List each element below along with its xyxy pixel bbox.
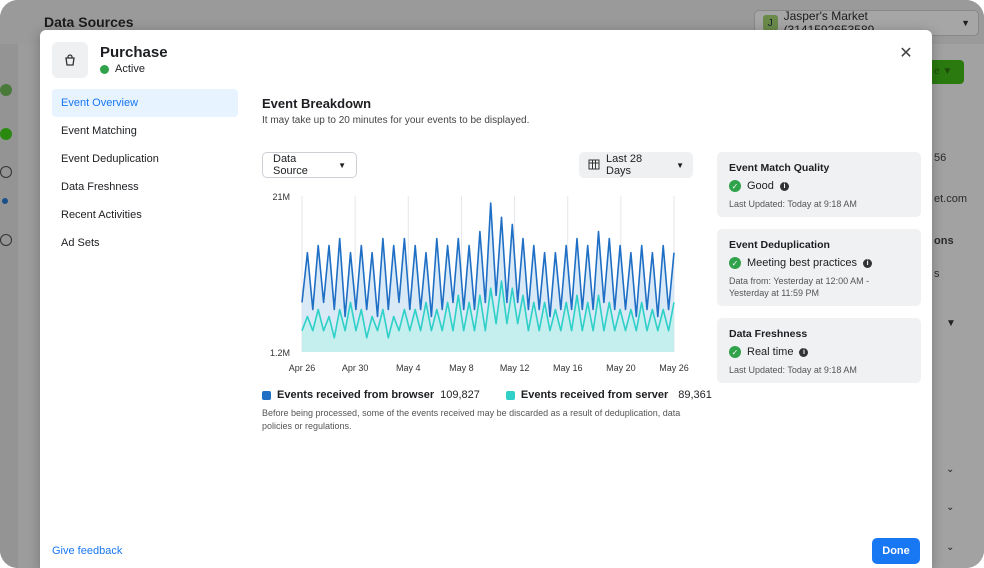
event-status: Active <box>100 63 145 75</box>
chevron-down-icon: ▼ <box>338 160 346 170</box>
event-deduplication-card: Event Deduplication ✓ Meeting best pract… <box>717 229 921 306</box>
x-tick-label: May 26 <box>659 363 689 373</box>
event-details-modal: Purchase Active ✕ Event Overview Event M… <box>40 30 932 568</box>
browser-legend-value: 109,827 <box>440 389 480 401</box>
info-icon[interactable]: i <box>799 347 809 357</box>
card-status: ✓ Meeting best practices i <box>729 257 909 269</box>
date-range-label: Last 28 Days <box>606 153 643 177</box>
card-status-label: Good <box>747 180 774 192</box>
section-title: Event Breakdown <box>262 96 372 111</box>
processing-note: Before being processed, some of the even… <box>262 408 681 431</box>
modal-nav: Event Overview Event Matching Event Dedu… <box>52 89 238 257</box>
chevron-down-icon[interactable]: ⌄ <box>946 542 954 553</box>
card-meta: Last Updated: Today at 9:18 AM <box>729 199 857 209</box>
close-icon[interactable]: ✕ <box>898 46 914 62</box>
check-icon: ✓ <box>729 257 741 269</box>
chart-svg: Apr 26 Apr 30 May 4 May 8 May 12 May 16 May 20… <box>270 192 689 373</box>
event-name: Purchase <box>100 44 168 61</box>
browser-legend-label: Events received from browser <box>277 389 435 401</box>
card-status: ✓ Real time i <box>729 346 909 358</box>
x-tick-label: May 20 <box>606 363 636 373</box>
app-frame: Data Sources J Jasper's Market (31415926… <box>0 0 984 568</box>
status-dot-icon <box>100 64 109 74</box>
nav-item-event-overview[interactable]: Event Overview <box>52 89 238 117</box>
chevron-down-icon: ▼ <box>676 160 684 170</box>
card-status-label: Real time <box>747 346 794 358</box>
x-tick-label: May 8 <box>449 363 474 373</box>
x-tick-label: May 16 <box>553 363 583 373</box>
info-icon[interactable]: i <box>863 258 873 268</box>
date-range-dropdown[interactable]: Last 28 Days ▼ <box>579 152 693 178</box>
x-tick-label: Apr 30 <box>342 363 369 373</box>
profile-icon[interactable] <box>0 84 12 96</box>
data-sources-icon[interactable] <box>2 198 8 204</box>
check-icon: ✓ <box>729 180 741 192</box>
background-text-3: ons <box>934 235 954 247</box>
left-nav-rail <box>0 44 18 568</box>
background-right-panel <box>932 44 984 568</box>
account-avatar: J <box>763 15 778 31</box>
nav-item-event-matching[interactable]: Event Matching <box>52 117 238 145</box>
settings-icon[interactable] <box>0 234 12 246</box>
x-tick-label: Apr 26 <box>289 363 316 373</box>
x-tick-label: May 12 <box>500 363 530 373</box>
chevron-down-icon[interactable]: ▼ <box>946 318 956 329</box>
card-title: Event Deduplication <box>729 239 830 251</box>
chevron-down-icon[interactable]: ⌄ <box>946 502 954 513</box>
check-icon: ✓ <box>729 346 741 358</box>
add-icon[interactable] <box>0 128 12 140</box>
status-label: Active <box>115 63 145 75</box>
give-feedback-link[interactable]: Give feedback <box>52 545 122 557</box>
card-status-label: Meeting best practices <box>747 257 858 269</box>
data-freshness-card: Data Freshness ✓ Real time i Last Update… <box>717 318 921 383</box>
chart-legend: Events received from browser 109,827 Eve… <box>262 389 712 401</box>
done-button[interactable]: Done <box>872 538 920 564</box>
server-legend-label: Events received from server <box>520 389 669 401</box>
calendar-icon <box>588 158 600 173</box>
info-icon[interactable]: i <box>779 181 789 191</box>
card-title: Data Freshness <box>729 328 808 340</box>
page-title: Data Sources <box>44 14 134 30</box>
event-breakdown-chart: Apr 26 Apr 30 May 4 May 8 May 12 May 16 May 20… <box>262 188 692 378</box>
shopping-bag-icon <box>52 42 88 78</box>
nav-item-recent-activities[interactable]: Recent Activities <box>52 201 238 229</box>
background-text-4: s <box>934 268 940 280</box>
background-text-1: 56 <box>934 152 947 164</box>
y-tick-label: 21M <box>272 192 290 202</box>
card-meta: Data from: Yesterday at 12:00 AM - Yeste… <box>729 276 870 298</box>
chevron-down-icon: ▼ <box>961 18 970 28</box>
background-text-2: et.com <box>934 193 968 205</box>
card-meta: Last Updated: Today at 9:18 AM <box>729 365 857 375</box>
background-create-button[interactable]: e ▼ <box>932 60 964 84</box>
nav-item-ad-sets[interactable]: Ad Sets <box>52 229 238 257</box>
section-subtitle: It may take up to 20 minutes for your ev… <box>262 115 530 126</box>
card-status: ✓ Good i <box>729 180 909 192</box>
event-match-quality-card: Event Match Quality ✓ Good i Last Update… <box>717 152 921 217</box>
server-legend-value: 89,361 <box>678 389 712 401</box>
data-source-dropdown[interactable]: Data Source ▼ <box>262 152 357 178</box>
server-swatch <box>505 390 515 400</box>
chevron-down-icon[interactable]: ⌄ <box>946 464 954 475</box>
globe-icon[interactable] <box>0 166 12 178</box>
y-tick-label: 1.2M <box>270 348 290 358</box>
card-title: Event Match Quality <box>729 162 830 174</box>
data-source-label: Data Source <box>273 153 308 177</box>
nav-item-event-deduplication[interactable]: Event Deduplication <box>52 145 238 173</box>
nav-item-data-freshness[interactable]: Data Freshness <box>52 173 238 201</box>
browser-swatch <box>262 390 271 400</box>
x-tick-label: May 4 <box>396 363 421 373</box>
